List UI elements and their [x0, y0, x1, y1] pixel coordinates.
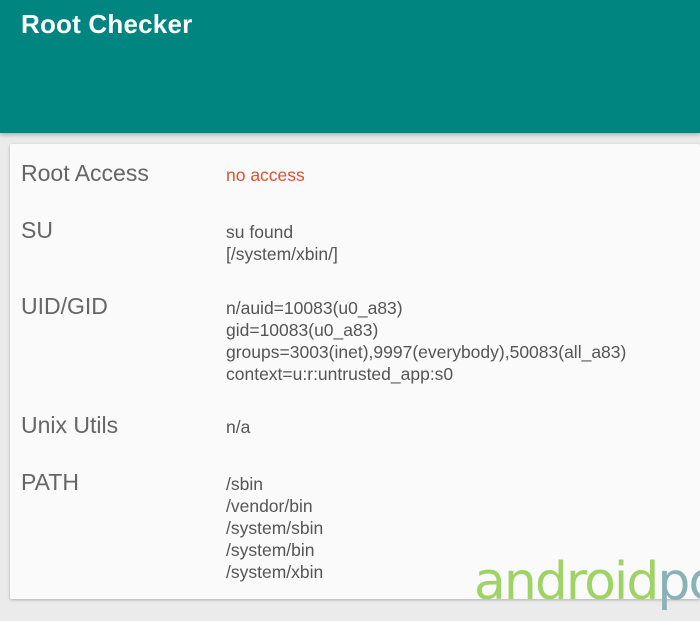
value-line: groups=3003(inet),9997(everybody),50083(… — [226, 342, 627, 362]
root-status-card: Root Access no access SU su found [/syst… — [10, 144, 700, 599]
value-line: no access — [226, 165, 305, 185]
row-label-uid-gid: UID/GID — [21, 293, 108, 319]
row-label-path: PATH — [21, 469, 79, 495]
value-line: /system/sbin — [226, 518, 324, 538]
app-title: Root Checker — [21, 9, 193, 39]
row-value-su: su found [/system/xbin/] — [226, 221, 338, 265]
androidpc-watermark: androidpc — [474, 556, 700, 608]
row-label-root-access: Root Access — [21, 160, 149, 186]
row-label-su: SU — [21, 217, 53, 243]
value-line: /system/bin — [226, 540, 315, 560]
value-line: context=u:r:untrusted_app:s0 — [226, 364, 454, 384]
value-line: [/system/xbin/] — [226, 244, 338, 264]
value-line: gid=10083(u0_a83) — [226, 320, 379, 340]
app-bar: Root Checker — [0, 0, 700, 133]
row-value-unix-utils: n/a — [226, 416, 250, 438]
value-line: /sbin — [226, 474, 263, 494]
watermark-part-pc: pc — [657, 552, 700, 612]
value-line: n/a — [226, 417, 251, 437]
value-line: n/auid=10083(u0_a83) — [226, 298, 403, 318]
row-value-root-access: no access — [226, 164, 305, 186]
value-line: su found — [226, 222, 294, 242]
row-value-uid-gid: n/auid=10083(u0_a83) gid=10083(u0_a83) g… — [226, 297, 626, 385]
row-value-path: /sbin /vendor/bin /system/sbin /system/b… — [226, 473, 323, 583]
row-label-unix-utils: Unix Utils — [21, 412, 119, 438]
value-line: /vendor/bin — [226, 496, 313, 516]
watermark-part-android: android — [474, 552, 659, 612]
value-line: /system/xbin — [226, 562, 324, 582]
